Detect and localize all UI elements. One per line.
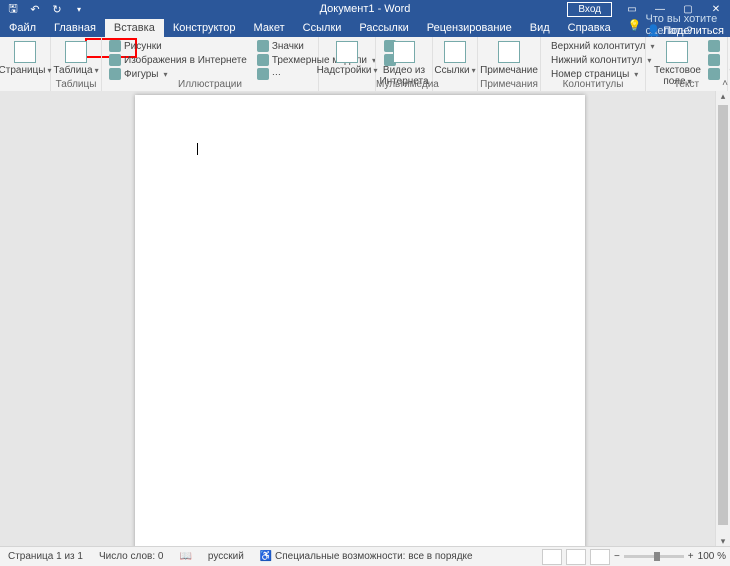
links-icon (444, 41, 466, 63)
tab-view[interactable]: Вид (521, 19, 559, 37)
links-label: Ссылки (434, 65, 475, 76)
group-header-footer: Верхний колонтитул Нижний колонтитул Ном… (541, 37, 646, 91)
ribbon-collapse-icon[interactable]: ˄ (722, 78, 728, 89)
document-workspace: ▴ ▾ (0, 91, 730, 547)
group-illustrations: Рисунки Изображения в Интернете Фигуры З… (102, 37, 319, 91)
comment-icon (498, 41, 520, 63)
share-icon: 👤 (647, 24, 661, 37)
share-button[interactable]: 👤 Поделиться (647, 24, 724, 37)
save-icon[interactable]: 🖫 (6, 2, 20, 16)
shapes-label: Фигуры (124, 69, 158, 80)
text-cursor (197, 143, 198, 155)
header-button[interactable]: Верхний колонтитул (545, 39, 641, 53)
addins-icon (336, 41, 358, 63)
tab-design[interactable]: Конструктор (164, 19, 245, 37)
zoom-slider[interactable] (624, 555, 684, 558)
tab-layout[interactable]: Макет (245, 19, 294, 37)
quick-parts-button[interactable] (705, 39, 723, 53)
accessibility-icon: ♿ (260, 551, 272, 562)
group-comments-label: Примечания (478, 79, 540, 90)
links-button[interactable]: Ссылки (430, 39, 479, 78)
qat-customize-icon[interactable]: ▾ (72, 2, 86, 16)
zoom-level[interactable]: 100 % (698, 551, 726, 562)
zoom-in-icon[interactable]: + (688, 551, 694, 562)
status-bar: Страница 1 из 1 Число слов: 0 📖 русский … (0, 546, 730, 566)
tab-help[interactable]: Справка (559, 19, 620, 37)
print-layout-icon[interactable] (566, 549, 586, 565)
icons-label: Значки (272, 41, 304, 52)
group-illustrations-label: Иллюстрации (102, 79, 318, 90)
wordart-icon (708, 54, 720, 66)
table-icon (65, 41, 87, 63)
lightbulb-icon: 💡 (628, 19, 642, 32)
quick-access-toolbar: 🖫 ↶ ↻ ▾ (0, 2, 86, 16)
document-page[interactable] (135, 95, 585, 547)
3d-models-icon (257, 54, 269, 66)
comment-label: Примечание (480, 65, 538, 76)
pages-icon (14, 41, 36, 63)
group-text-label: Текст (646, 79, 727, 90)
tab-insert[interactable]: Вставка (105, 19, 164, 37)
document-title: Документ1 - Word (320, 3, 411, 15)
status-right: − + 100 % (542, 549, 726, 565)
group-pages: Страницы (0, 37, 51, 91)
signin-button[interactable]: Вход (567, 2, 612, 17)
pages-button[interactable]: Страницы (0, 39, 55, 78)
spell-check-icon[interactable]: 📖 (171, 551, 199, 562)
scrollbar-thumb[interactable] (718, 105, 728, 525)
group-tables-label: Таблицы (51, 79, 101, 90)
online-images-button[interactable]: Изображения в Интернете (106, 53, 250, 67)
pictures-icon (109, 40, 121, 52)
textbox-icon (666, 41, 688, 63)
read-mode-icon[interactable] (542, 549, 562, 565)
group-comments: Примечание Примечания (478, 37, 541, 91)
addins-label: Надстройки (317, 65, 378, 76)
group-tables: Таблица Таблицы (51, 37, 102, 91)
tab-home[interactable]: Главная (45, 19, 105, 37)
vertical-scrollbar[interactable]: ▴ ▾ (715, 91, 730, 547)
group-media: Видео из Интернета Мультимедиа (376, 37, 433, 91)
tab-file[interactable]: Файл (0, 19, 45, 37)
icons-icon (257, 40, 269, 52)
language-status[interactable]: русский (200, 551, 252, 562)
ribbon: Страницы Таблица Таблицы Рисунки Изображ… (0, 37, 730, 92)
accessibility-label: Специальные возможности: все в порядке (275, 551, 473, 562)
pages-label: Страницы (0, 65, 51, 76)
group-links: Ссылки (433, 37, 478, 91)
scroll-up-icon[interactable]: ▴ (716, 91, 730, 102)
online-images-label: Изображения в Интернете (124, 55, 247, 66)
symbols-button[interactable]: Ω Символы (725, 39, 730, 78)
video-icon (393, 41, 415, 63)
page-count[interactable]: Страница 1 из 1 (0, 551, 91, 562)
zoom-out-icon[interactable]: − (614, 551, 620, 562)
tab-review[interactable]: Рецензирование (418, 19, 521, 37)
table-label: Таблица (53, 65, 98, 76)
group-media-label: Мультимедиа (376, 79, 432, 90)
wordart-button[interactable] (705, 53, 723, 67)
group-hf-label: Колонтитулы (541, 79, 645, 90)
share-label: Поделиться (663, 25, 724, 37)
group-addins: Надстройки (319, 37, 376, 91)
pictures-label: Рисунки (124, 41, 162, 52)
online-images-icon (109, 54, 121, 66)
footer-button[interactable]: Нижний колонтитул (545, 53, 641, 67)
ribbon-tabs: Файл Главная Вставка Конструктор Макет С… (0, 18, 730, 37)
table-button[interactable]: Таблица (49, 39, 102, 78)
comment-button[interactable]: Примечание (476, 39, 542, 78)
tab-references[interactable]: Ссылки (294, 19, 351, 37)
addins-button[interactable]: Надстройки (313, 39, 382, 78)
word-count[interactable]: Число слов: 0 (91, 551, 171, 562)
web-layout-icon[interactable] (590, 549, 610, 565)
undo-icon[interactable]: ↶ (28, 2, 42, 16)
page-number-label: Номер страницы (551, 69, 629, 80)
header-label: Верхний колонтитул (551, 41, 646, 52)
quick-parts-icon (708, 40, 720, 52)
accessibility-status[interactable]: ♿ Специальные возможности: все в порядке (252, 551, 481, 562)
pictures-button[interactable]: Рисунки (106, 39, 250, 53)
footer-label: Нижний колонтитул (551, 55, 642, 66)
tab-mailings[interactable]: Рассылки (350, 19, 417, 37)
group-text: Текстовое поле Текст (646, 37, 728, 91)
redo-icon[interactable]: ↻ (50, 2, 64, 16)
